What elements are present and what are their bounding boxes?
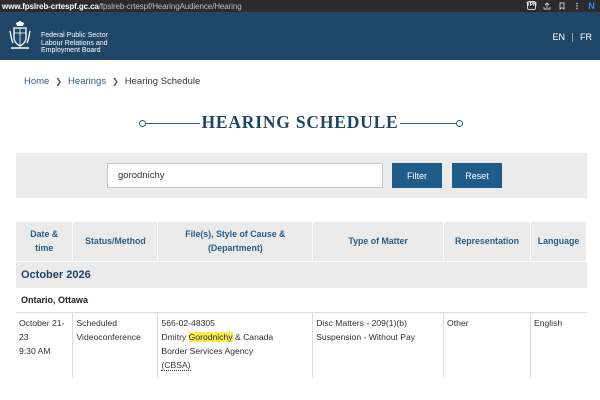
matter-text: Disc Matters - 209(1)(b): [316, 317, 407, 328]
cell-language: English: [530, 312, 586, 378]
cause-text: & Canada: [234, 331, 274, 342]
date-text: October 21-: [19, 317, 65, 328]
org-name-line: Employment Board: [41, 47, 101, 55]
file-number: 566-02-48305: [161, 317, 215, 328]
department-abbreviation[interactable]: (CBSA): [161, 359, 191, 371]
language-text: English: [533, 317, 563, 328]
browser-address-bar[interactable]: www.fpslreb-crtespf.gc.ca/fpslreb-crtesp…: [0, 0, 600, 12]
representation-text: Other: [447, 317, 469, 328]
title-decoration-dot: [456, 120, 463, 127]
matter-text: Suspension - Without Pay: [316, 331, 416, 342]
header-text: Status/Method: [85, 236, 146, 247]
page-title: HEARING SCHEDULE: [201, 112, 399, 132]
column-header-file[interactable]: File(s), Style of Cause & (Department): [157, 222, 314, 261]
header-text: (Department): [207, 243, 263, 254]
cell-date-time: October 21- 23 9:30 AM: [16, 312, 74, 378]
site-header: Federal Public Sector Labour Relations a…: [0, 12, 600, 60]
header-text: Language: [537, 236, 580, 247]
bookmark-icon[interactable]: [557, 1, 566, 10]
column-header-language[interactable]: Language: [530, 222, 588, 261]
cell-status: Scheduled Videoconference: [72, 312, 159, 378]
language-en-link[interactable]: EN: [552, 32, 565, 42]
column-header-representation[interactable]: Representation: [443, 222, 531, 261]
chevron-right-icon: ❯: [55, 77, 63, 86]
reset-button[interactable]: Reset: [452, 163, 502, 188]
org-name-line: Labour Relations and: [41, 39, 108, 47]
extension-n-icon[interactable]: N: [587, 1, 596, 11]
search-input[interactable]: [107, 163, 383, 188]
cause-text: Border Services Agency: [161, 345, 254, 356]
filter-panel: Filter Reset: [16, 153, 587, 198]
url-domain: www.fpslreb-crtespf.gc.ca: [2, 1, 99, 11]
chevron-right-icon: ❯: [112, 77, 119, 86]
page-title-block: HEARING SCHEDULE: [0, 112, 600, 136]
org-name-line: Federal Public Sector: [41, 32, 108, 39]
hearing-schedule-table: Date & time Status/Method File(s), Style …: [16, 222, 588, 378]
column-header-matter[interactable]: Type of Matter: [312, 222, 445, 261]
coat-of-arms-icon[interactable]: [9, 21, 31, 51]
style-of-cause: Dmitry Gorodnichy & Canada: [161, 330, 309, 344]
location-heading: Ontario, Ottawa: [16, 288, 587, 313]
language-divider: [572, 32, 573, 42]
share-icon[interactable]: [542, 1, 551, 10]
table-header-row: Date & time Status/Method File(s), Style …: [16, 222, 588, 261]
breadcrumb: Home ❯ Hearings ❯ Hearing Schedule: [24, 76, 200, 87]
time-text: 9:30 AM: [19, 345, 51, 356]
location-group-row: Ontario, Ottawa: [16, 288, 587, 313]
filter-button[interactable]: Filter: [392, 163, 442, 188]
month-heading: October 2026: [16, 260, 587, 288]
breadcrumb-hearings-link[interactable]: Hearings: [68, 76, 106, 87]
date-text: 23: [19, 331, 29, 342]
browser-toolbar: VPN N: [526, 1, 596, 11]
header-text: time: [35, 243, 54, 254]
header-text: Representation: [454, 236, 520, 247]
search-highlight: Gorodnichy: [188, 331, 233, 342]
breadcrumb-current: Hearing Schedule: [124, 76, 201, 87]
method-text: Videoconference: [76, 331, 141, 342]
title-decoration-line: [142, 123, 200, 124]
language-fr-link[interactable]: FR: [580, 32, 592, 42]
header-text: Type of Matter: [348, 236, 408, 247]
breadcrumb-home-link[interactable]: Home: [24, 76, 49, 87]
title-decoration-line: [400, 123, 458, 124]
url-path: /fpslreb-crtespf/HearingAudience/Hearing: [98, 1, 242, 11]
url-text[interactable]: www.fpslreb-crtespf.gc.ca/fpslreb-crtesp…: [0, 2, 242, 11]
cell-type-of-matter: Disc Matters - 209(1)(b) Suspension - Wi…: [312, 312, 445, 378]
status-text: Scheduled: [76, 317, 118, 328]
header-text: Date &: [30, 229, 59, 240]
cell-file-cause: 566-02-48305 Dmitry Gorodnichy & Canada …: [157, 312, 314, 378]
table-row: October 21- 23 9:30 AM Scheduled Videoco…: [16, 312, 587, 378]
organization-name[interactable]: Federal Public Sector Labour Relations a…: [41, 32, 108, 55]
menu-dots-icon[interactable]: [572, 1, 581, 10]
header-text: File(s), Style of Cause &: [185, 229, 286, 240]
column-header-date[interactable]: Date & time: [16, 222, 74, 261]
party-first-name: Dmitry: [161, 331, 187, 342]
column-header-status[interactable]: Status/Method: [72, 222, 159, 261]
title-decoration-dot: [139, 120, 146, 127]
vpn-icon[interactable]: VPN: [526, 1, 537, 10]
month-group-row: October 2026: [16, 260, 587, 288]
cell-representation: Other: [443, 312, 531, 378]
language-switcher: EN FR: [552, 32, 592, 42]
